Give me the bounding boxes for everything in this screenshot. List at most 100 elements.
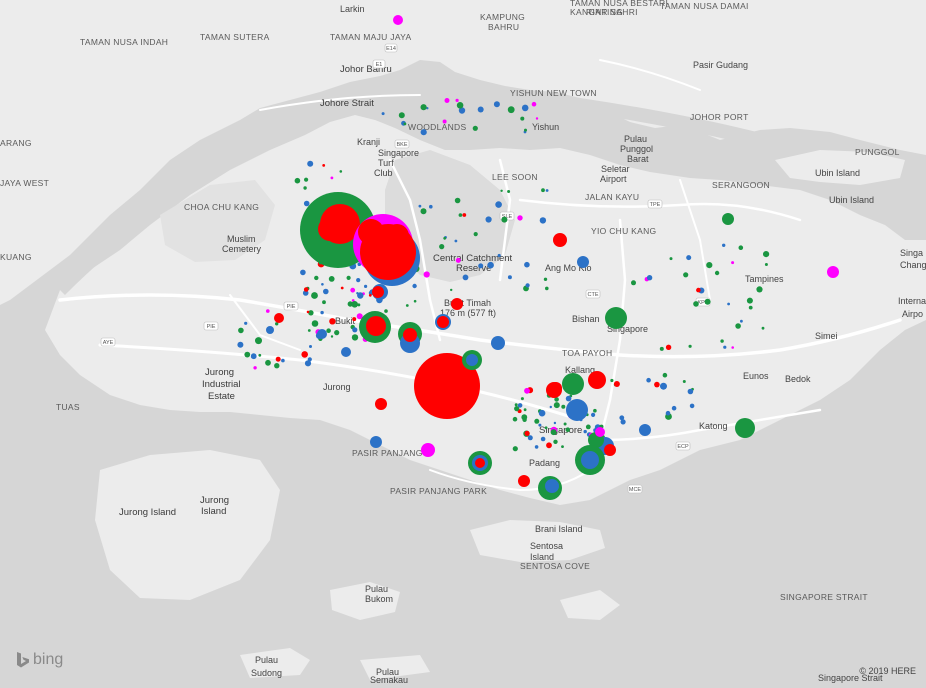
small-data-point	[443, 236, 447, 240]
data-bubble[interactable]	[358, 219, 384, 245]
data-bubble[interactable]	[566, 399, 588, 421]
small-data-point	[472, 125, 478, 131]
data-bubble[interactable]	[318, 217, 342, 241]
small-data-point	[478, 263, 484, 269]
data-bubble[interactable]	[341, 347, 351, 357]
small-data-point	[330, 335, 334, 338]
data-bubble[interactable]	[466, 354, 478, 366]
place-label: Reserve	[456, 263, 491, 274]
small-data-point	[696, 287, 701, 293]
small-data-point	[520, 397, 524, 401]
data-bubble[interactable]	[370, 436, 382, 448]
small-data-point	[340, 286, 344, 290]
small-data-point	[301, 351, 309, 358]
small-data-point	[420, 129, 427, 136]
data-bubble[interactable]	[372, 286, 384, 298]
data-bubble[interactable]	[722, 213, 734, 225]
small-data-point	[439, 244, 445, 250]
data-bubble[interactable]	[562, 373, 584, 395]
place-label: Brani Island	[535, 524, 583, 534]
data-bubble[interactable]	[375, 398, 387, 410]
place-label: Tampines	[745, 274, 784, 284]
place-label: Eunos	[743, 371, 769, 381]
road-shield: AYE	[100, 337, 116, 347]
data-bubble[interactable]	[393, 15, 403, 25]
small-data-point	[686, 255, 692, 261]
bing-brand[interactable]: bing	[16, 651, 63, 669]
data-bubble[interactable]	[385, 224, 409, 248]
small-data-point	[683, 272, 689, 278]
data-bubble[interactable]	[581, 451, 599, 469]
data-bubble[interactable]	[274, 313, 284, 323]
place-label: Bukom	[365, 594, 393, 604]
place-label: PASIR PANJANG PARK	[390, 486, 487, 496]
small-data-point	[330, 176, 334, 180]
data-bubble[interactable]	[639, 424, 651, 436]
data-bubble[interactable]	[588, 371, 606, 389]
place-label: Singa	[900, 248, 923, 258]
small-data-point	[593, 408, 597, 413]
place-label: Sentosa	[530, 541, 563, 551]
place-label: Airport	[600, 174, 627, 184]
data-bubble[interactable]	[421, 443, 435, 457]
bing-logo-icon	[17, 652, 29, 668]
small-data-point	[748, 305, 753, 310]
small-data-point	[329, 318, 336, 325]
small-data-point	[413, 299, 417, 303]
data-bubble[interactable]	[605, 307, 627, 329]
data-bubble[interactable]	[595, 427, 605, 437]
data-bubble[interactable]	[491, 336, 505, 350]
small-data-point	[563, 422, 567, 426]
small-data-point	[307, 329, 311, 332]
data-bubble[interactable]	[451, 298, 463, 310]
small-data-point	[553, 439, 558, 444]
small-data-point	[591, 412, 596, 417]
small-data-point	[507, 275, 512, 280]
map-view[interactable]: Larkin KAMPUNG BAHRU TAMAN NUSA BESTARI …	[0, 0, 926, 685]
data-bubble[interactable]	[545, 479, 559, 493]
small-data-point	[723, 345, 727, 349]
data-bubble[interactable]	[577, 256, 589, 268]
small-data-point	[654, 381, 660, 388]
small-data-point	[306, 310, 310, 314]
place-label: SINGAPORE STRAIT	[780, 592, 868, 602]
data-bubble[interactable]	[827, 266, 839, 278]
small-data-point	[521, 104, 529, 112]
small-data-point	[543, 277, 548, 281]
small-data-point	[326, 328, 331, 334]
small-data-point	[454, 197, 461, 204]
small-data-point	[473, 232, 478, 237]
place-label: Singapore	[378, 148, 419, 158]
small-data-point	[531, 101, 537, 107]
place-label: Simei	[815, 331, 838, 341]
place-label: Katong	[699, 421, 728, 431]
small-data-point	[538, 409, 546, 417]
small-data-point	[524, 261, 530, 268]
small-data-point	[405, 304, 409, 307]
data-bubble[interactable]	[518, 475, 530, 487]
data-bubble[interactable]	[735, 418, 755, 438]
small-data-point	[507, 106, 515, 114]
small-data-point	[523, 408, 527, 412]
place-label: Pulau	[365, 584, 388, 594]
data-bubble[interactable]	[403, 328, 417, 342]
map-canvas[interactable]: Larkin KAMPUNG BAHRU TAMAN NUSA BESTARI …	[0, 0, 926, 685]
data-bubble[interactable]	[553, 233, 567, 247]
small-data-point	[418, 204, 422, 208]
small-data-point	[688, 344, 692, 348]
place-label: JOHOR PORT	[690, 112, 749, 122]
data-bubble[interactable]	[437, 316, 449, 328]
data-bubble[interactable]	[366, 316, 386, 336]
place-label: Bishan	[572, 314, 600, 324]
data-bubble[interactable]	[546, 382, 562, 398]
small-data-point	[462, 274, 469, 281]
data-bubble[interactable]	[604, 444, 616, 456]
small-data-point	[398, 112, 405, 119]
small-data-point	[238, 327, 244, 334]
small-data-point	[539, 217, 547, 224]
data-bubble[interactable]	[317, 329, 327, 339]
data-bubble[interactable]	[475, 458, 485, 468]
place-label: WOODLANDS	[408, 122, 466, 132]
data-bubble[interactable]	[266, 326, 274, 334]
place-label: Island	[201, 506, 226, 517]
